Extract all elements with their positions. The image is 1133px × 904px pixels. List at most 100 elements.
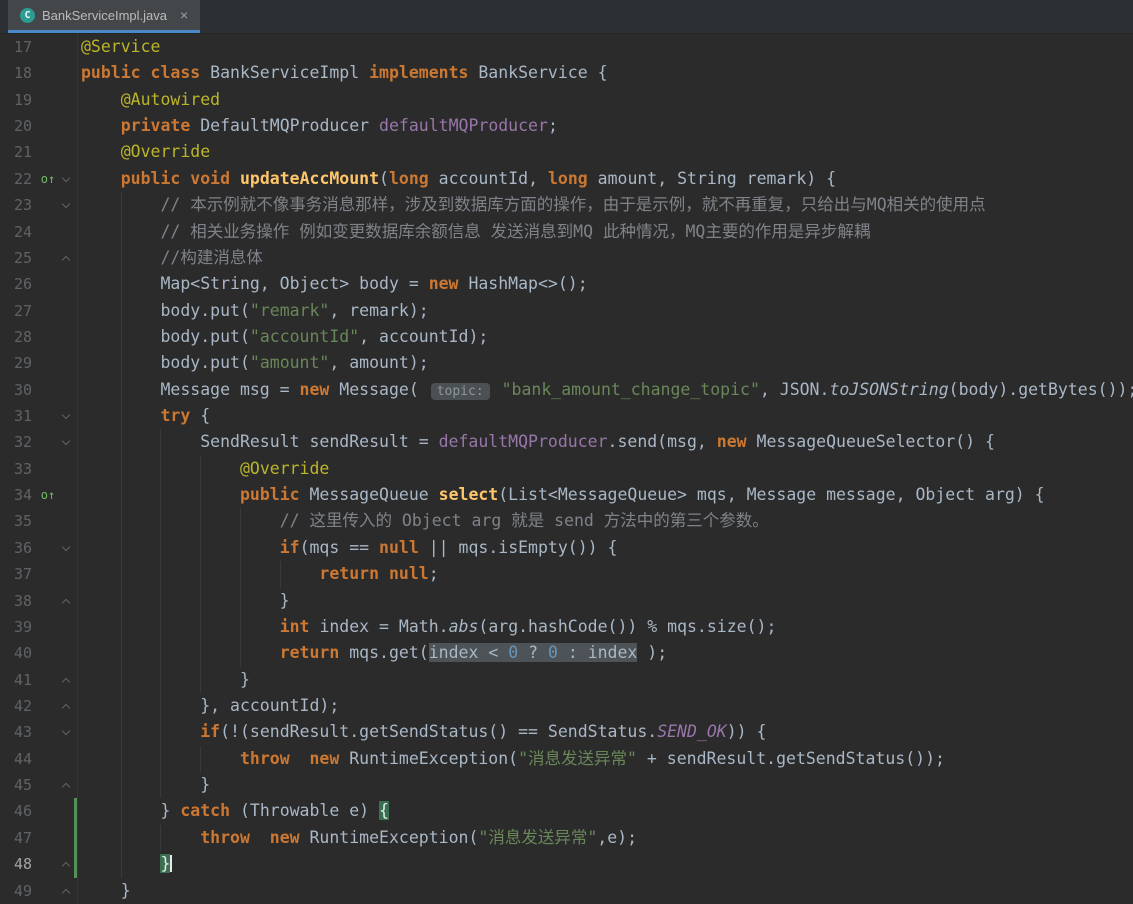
line-number[interactable]: 35 (0, 508, 36, 534)
code-line-46[interactable]: 46 } catch (Throwable e) { (0, 798, 1133, 824)
line-number[interactable]: 33 (0, 456, 36, 482)
fold-marker-down[interactable] (60, 192, 74, 218)
indent-guide (200, 456, 201, 482)
line-number[interactable]: 39 (0, 614, 36, 640)
line-number[interactable]: 43 (0, 719, 36, 745)
code-line-17[interactable]: 17@Service (0, 34, 1133, 60)
code-token: "amount" (250, 353, 329, 372)
line-number[interactable]: 24 (0, 219, 36, 245)
line-number[interactable]: 48 (0, 851, 36, 877)
line-number[interactable]: 17 (0, 34, 36, 60)
code-line-47[interactable]: 47 throw new RuntimeException("消息发送异常",e… (0, 825, 1133, 851)
code-line-32[interactable]: 32 SendResult sendResult = defaultMQProd… (0, 429, 1133, 455)
code-line-25[interactable]: 25 //构建消息体 (0, 245, 1133, 271)
fold-marker-up[interactable] (60, 878, 74, 904)
code-line-42[interactable]: 42 }, accountId); (0, 693, 1133, 719)
code-line-26[interactable]: 26 Map<String, Object> body = new HashMa… (0, 271, 1133, 297)
line-number[interactable]: 30 (0, 377, 36, 403)
code-line-24[interactable]: 24 // 相关业务操作 例如变更数据库余额信息 发送消息到MQ 此种情况，MQ… (0, 219, 1133, 245)
gutter-icon-empty (36, 87, 60, 113)
code-line-18[interactable]: 18public class BankServiceImpl implement… (0, 60, 1133, 86)
code-editor[interactable]: 17@Service18public class BankServiceImpl… (0, 34, 1133, 904)
code-token: SendResult sendResult = (81, 432, 439, 451)
code-line-39[interactable]: 39 int index = Math.abs(arg.hashCode()) … (0, 614, 1133, 640)
code-token: } (160, 854, 170, 873)
line-number[interactable]: 46 (0, 798, 36, 824)
fold-marker-down[interactable] (60, 403, 74, 429)
fold-marker-empty (60, 139, 74, 165)
line-number[interactable]: 45 (0, 772, 36, 798)
code-line-41[interactable]: 41 } (0, 667, 1133, 693)
line-number[interactable]: 40 (0, 640, 36, 666)
code-line-44[interactable]: 44 throw new RuntimeException("消息发送异常" +… (0, 746, 1133, 772)
line-number[interactable]: 32 (0, 429, 36, 455)
indent-guide (160, 456, 161, 482)
fold-marker-down[interactable] (60, 429, 74, 455)
line-number[interactable]: 22 (0, 166, 36, 192)
fold-marker-empty (60, 798, 74, 824)
fold-marker-up[interactable] (60, 772, 74, 798)
code-line-35[interactable]: 35 // 这里传入的 Object arg 就是 send 方法中的第三个参数… (0, 508, 1133, 534)
fold-marker-up[interactable] (60, 851, 74, 877)
code-line-20[interactable]: 20 private DefaultMQProducer defaultMQPr… (0, 113, 1133, 139)
code-line-31[interactable]: 31 try { (0, 403, 1133, 429)
gutter-icon-empty (36, 798, 60, 824)
code-line-38[interactable]: 38 } (0, 588, 1133, 614)
line-number[interactable]: 25 (0, 245, 36, 271)
line-number[interactable]: 20 (0, 113, 36, 139)
code-token: (Throwable e) (240, 801, 379, 820)
fold-marker-down[interactable] (60, 535, 74, 561)
fold-marker-up[interactable] (60, 245, 74, 271)
code-line-33[interactable]: 33 @Override (0, 456, 1133, 482)
code-line-21[interactable]: 21 @Override (0, 139, 1133, 165)
code-line-48[interactable]: 48 } (0, 851, 1133, 877)
line-number[interactable]: 36 (0, 535, 36, 561)
code-line-49[interactable]: 49 } (0, 878, 1133, 904)
fold-marker-up[interactable] (60, 693, 74, 719)
code-line-34[interactable]: 34o↑ public MessageQueue select(List<Mes… (0, 482, 1133, 508)
fold-marker-down[interactable] (60, 719, 74, 745)
code-line-22[interactable]: 22o↑ public void updateAccMount(long acc… (0, 166, 1133, 192)
line-number[interactable]: 37 (0, 561, 36, 587)
code-line-19[interactable]: 19 @Autowired (0, 87, 1133, 113)
line-number[interactable]: 42 (0, 693, 36, 719)
indent-guide (240, 561, 241, 587)
code-line-27[interactable]: 27 body.put("remark", remark); (0, 298, 1133, 324)
fold-marker-up[interactable] (60, 588, 74, 614)
line-number[interactable]: 38 (0, 588, 36, 614)
line-number[interactable]: 41 (0, 667, 36, 693)
code-line-43[interactable]: 43 if(!(sendResult.getSendStatus() == Se… (0, 719, 1133, 745)
code-line-23[interactable]: 23 // 本示例就不像事务消息那样，涉及到数据库方面的操作，由于是示例，就不再… (0, 192, 1133, 218)
line-number[interactable]: 44 (0, 746, 36, 772)
line-number[interactable]: 19 (0, 87, 36, 113)
tab-close-icon[interactable]: × (180, 7, 188, 23)
code-line-45[interactable]: 45 } (0, 772, 1133, 798)
override-gutter-icon[interactable]: o↑ (36, 166, 60, 192)
code-line-40[interactable]: 40 return mqs.get(index < 0 ? 0 : index … (0, 640, 1133, 666)
code-token: (arg.hashCode()) % mqs.size(); (478, 617, 776, 636)
override-gutter-icon[interactable]: o↑ (36, 482, 60, 508)
line-number[interactable]: 49 (0, 878, 36, 904)
fold-marker-down[interactable] (60, 166, 74, 192)
line-number[interactable]: 21 (0, 139, 36, 165)
indent-guide (200, 640, 201, 666)
code-line-29[interactable]: 29 body.put("amount", amount); (0, 350, 1133, 376)
tab-bankserviceimpl[interactable]: C BankServiceImpl.java × (8, 0, 200, 33)
fold-marker-up[interactable] (60, 667, 74, 693)
line-number[interactable]: 31 (0, 403, 36, 429)
line-number[interactable]: 29 (0, 350, 36, 376)
line-number[interactable]: 28 (0, 324, 36, 350)
code-line-28[interactable]: 28 body.put("accountId", accountId); (0, 324, 1133, 350)
line-number[interactable]: 47 (0, 825, 36, 851)
code-line-37[interactable]: 37 return null; (0, 561, 1133, 587)
code-line-30[interactable]: 30 Message msg = new Message( topic: "ba… (0, 377, 1133, 403)
line-number[interactable]: 23 (0, 192, 36, 218)
line-number[interactable]: 18 (0, 60, 36, 86)
code-token: ; (548, 116, 558, 135)
line-number[interactable]: 26 (0, 271, 36, 297)
line-number[interactable]: 34 (0, 482, 36, 508)
line-number[interactable]: 27 (0, 298, 36, 324)
indent-guide (160, 588, 161, 614)
code-line-36[interactable]: 36 if(mqs == null || mqs.isEmpty()) { (0, 535, 1133, 561)
fold-marker-empty (60, 34, 74, 60)
